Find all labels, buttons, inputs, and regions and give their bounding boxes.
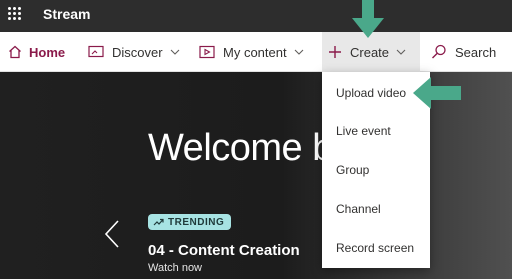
waffle-icon[interactable] [8,7,22,21]
app-bar: Stream [0,0,512,32]
nav-label-my-content: My content [223,44,287,60]
chevron-down-icon [396,49,406,55]
annotation-arrow-down [352,0,384,38]
nav-label-home: Home [29,44,66,60]
chevron-down-icon [294,49,304,55]
trending-icon [153,218,164,226]
chevron-left-icon[interactable] [104,220,120,253]
nav-label-create: Create [350,44,390,60]
menu-item-live-event[interactable]: Live event [336,124,391,138]
annotation-arrow-left [413,77,461,109]
menu-item-channel[interactable]: Channel [336,202,381,216]
nav-item-home[interactable]: Home [8,32,65,72]
nav-label-search: Search [455,44,497,60]
plus-icon [328,45,342,59]
nav-label-discover: Discover [112,44,163,60]
chevron-down-icon [170,49,180,55]
nav-item-discover[interactable]: Discover [88,32,180,72]
nav-item-search[interactable]: Search [431,32,496,72]
watch-now-link[interactable]: Watch now [148,262,202,274]
nav-bar: Home Discover My content Create Search [0,32,512,72]
trending-badge: TRENDING [148,214,232,230]
app-title: Stream [43,6,91,22]
menu-item-group[interactable]: Group [336,163,369,177]
nav-item-my-content[interactable]: My content [199,32,304,72]
trending-label: TRENDING [168,216,225,228]
menu-item-record-screen[interactable]: Record screen [336,241,414,255]
discover-icon [88,45,104,59]
menu-item-upload-video[interactable]: Upload video [336,86,406,100]
search-icon [431,44,447,60]
home-icon [8,45,22,59]
video-title[interactable]: 04 - Content Creation [148,242,300,259]
play-icon [199,45,215,59]
